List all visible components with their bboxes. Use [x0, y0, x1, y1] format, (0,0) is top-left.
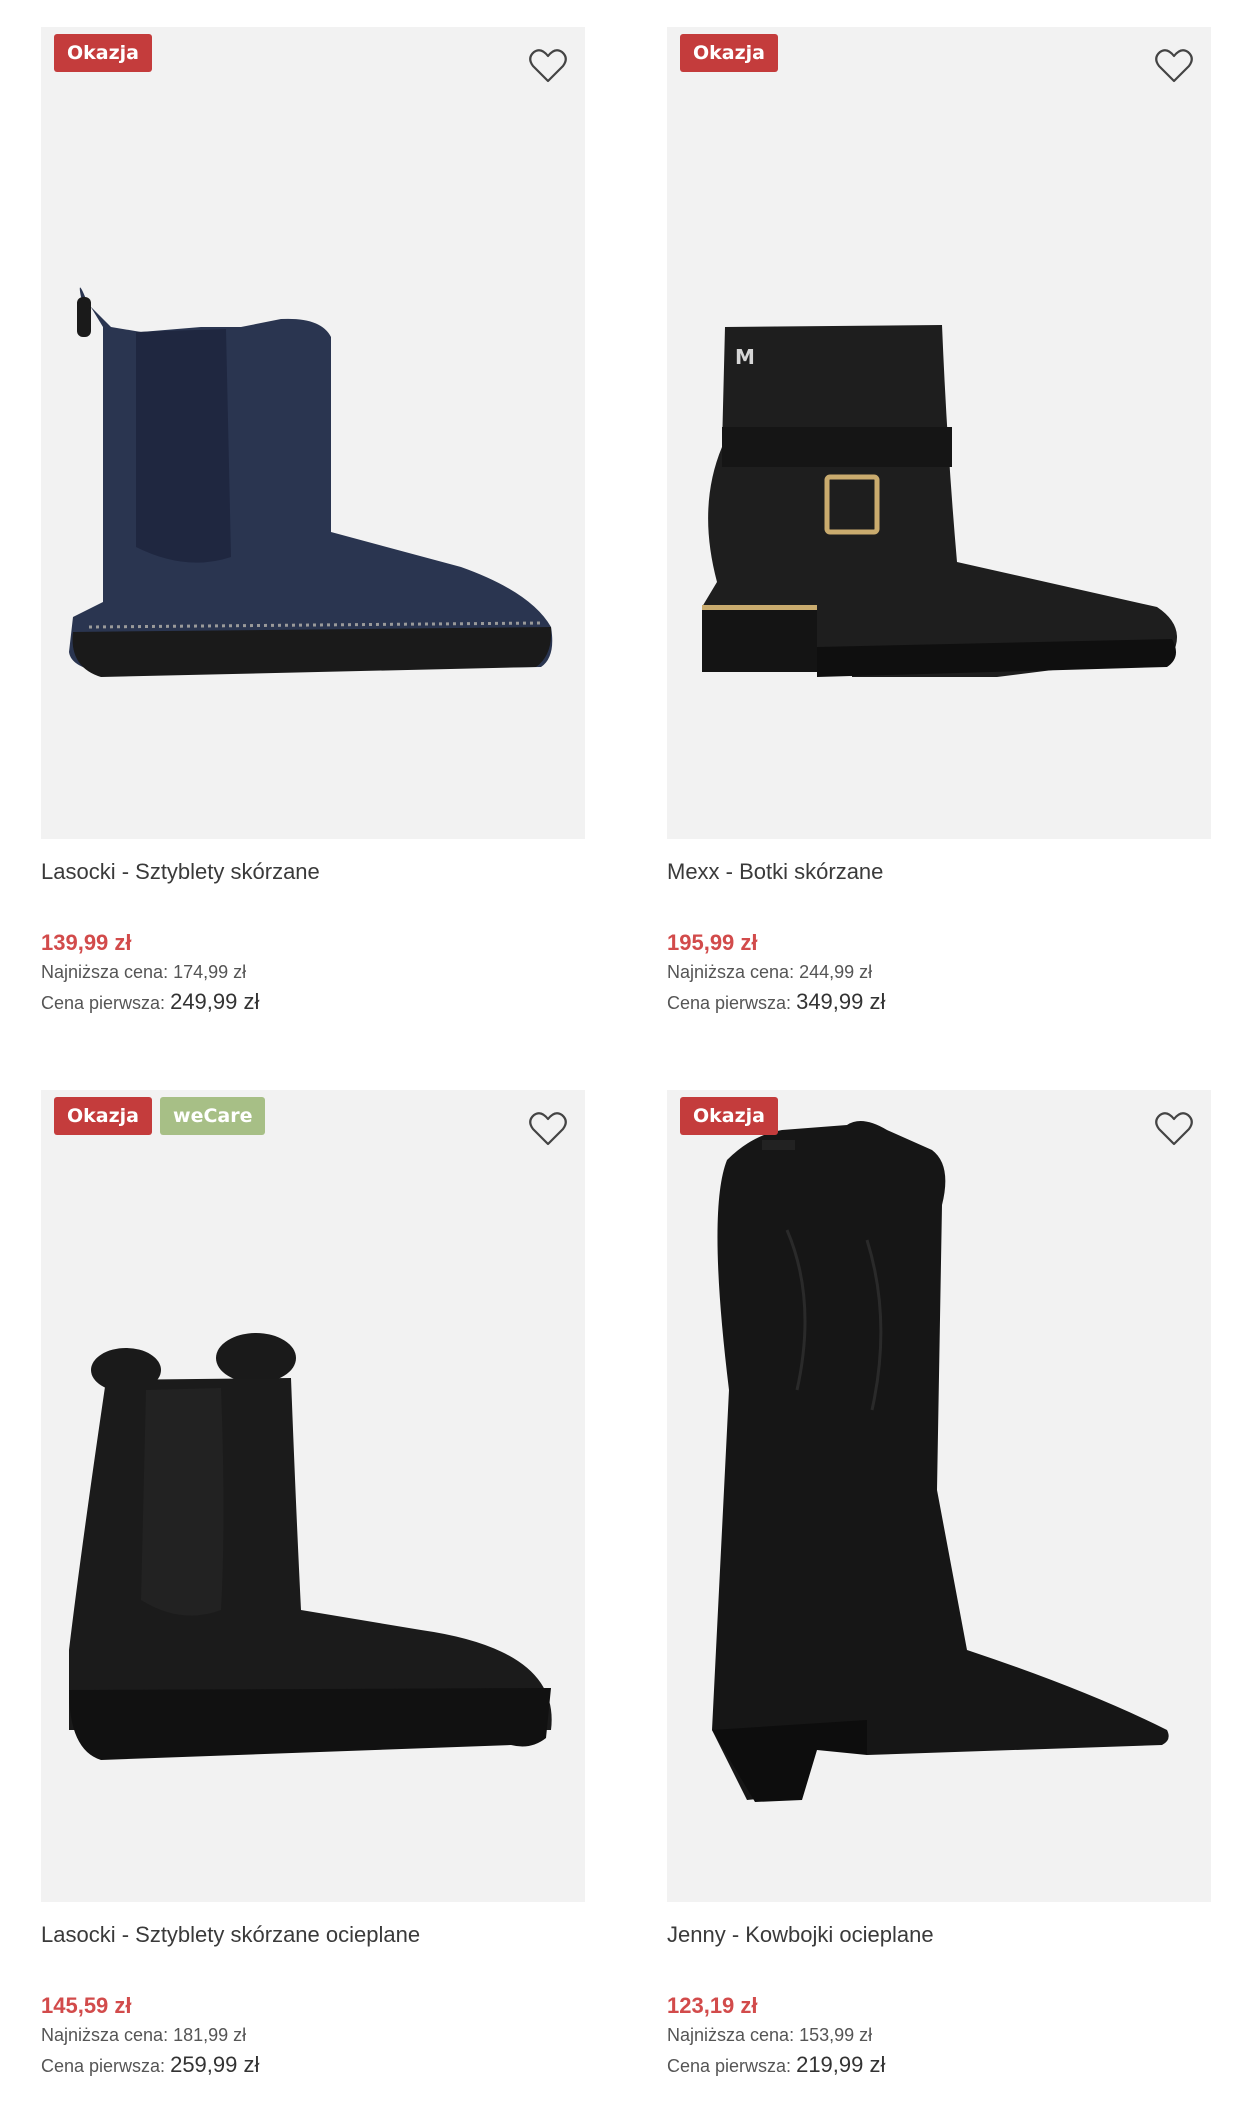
badges: Okazja weCare — [54, 1097, 266, 1135]
first-price-label: Cena pierwsza: — [41, 2056, 166, 2076]
product-title[interactable]: Jenny - Kowbojki ocieplane — [667, 1920, 1211, 1950]
first-price-label: Cena pierwsza: — [667, 993, 792, 1013]
sale-price: 195,99 zł — [667, 930, 758, 955]
product-card[interactable]: M Okazja Mexx - Botki skórzane 195,99 zł… — [667, 27, 1211, 1018]
lowest-price-value: 174,99 zł — [173, 962, 247, 982]
product-image[interactable]: M Okazja — [667, 27, 1211, 839]
first-price-line: Cena pierwsza: 349,99 zł — [667, 987, 1211, 1018]
sale-badge: Okazja — [680, 34, 779, 72]
product-title[interactable]: Lasocki - Sztyblety skórzane — [41, 857, 585, 887]
heart-outline-icon[interactable] — [528, 1110, 568, 1148]
lowest-price-value: 181,99 zł — [173, 2025, 247, 2045]
first-price-line: Cena pierwsza: 219,99 zł — [667, 2050, 1211, 2081]
lined-chelsea-boot-image — [69, 1333, 552, 1760]
heart-outline-icon[interactable] — [1154, 1110, 1194, 1148]
first-price-label: Cena pierwsza: — [41, 993, 166, 1013]
product-card[interactable]: Okazja weCare Lasocki - Sztyblety skórza… — [41, 1090, 585, 2081]
lowest-price-label: Najniższa cena: — [667, 2025, 795, 2045]
chelsea-boot-image — [69, 287, 553, 677]
heart-outline-icon[interactable] — [528, 47, 568, 85]
first-price-value: 259,99 zł — [170, 2052, 260, 2077]
first-price-line: Cena pierwsza: 259,99 zł — [41, 2050, 585, 2081]
product-title[interactable]: Lasocki - Sztyblety skórzane ocieplane — [41, 1920, 585, 1950]
ankle-boot-image: M — [702, 325, 1177, 677]
product-image[interactable]: Okazja weCare — [41, 1090, 585, 1902]
lowest-price-line: Najniższa cena: 244,99 zł — [667, 957, 1211, 987]
first-price-value: 249,99 zł — [170, 989, 260, 1014]
lowest-price-label: Najniższa cena: — [41, 962, 169, 982]
product-image[interactable]: Okazja — [41, 27, 585, 839]
sale-badge: Okazja — [680, 1097, 779, 1135]
first-price-label: Cena pierwsza: — [667, 2056, 792, 2076]
badges: Okazja — [680, 34, 779, 72]
lowest-price-label: Najniższa cena: — [41, 2025, 169, 2045]
sale-badge: Okazja — [54, 1097, 153, 1135]
badges: Okazja — [680, 1097, 779, 1135]
lowest-price-label: Najniższa cena: — [667, 962, 795, 982]
lowest-price-value: 153,99 zł — [799, 2025, 873, 2045]
product-image[interactable]: Okazja — [667, 1090, 1211, 1902]
product-card[interactable]: Okazja Lasocki - Sztyblety skórzane 139,… — [41, 27, 585, 1018]
lowest-price-value: 244,99 zł — [799, 962, 873, 982]
wecare-badge: weCare — [160, 1097, 266, 1135]
sale-price: 139,99 zł — [41, 930, 132, 955]
product-title[interactable]: Mexx - Botki skórzane — [667, 857, 1211, 887]
badges: Okazja — [54, 34, 153, 72]
first-price-value: 219,99 zł — [796, 2052, 886, 2077]
sale-price: 123,19 zł — [667, 1993, 758, 2018]
lowest-price-line: Najniższa cena: 153,99 zł — [667, 2020, 1211, 2050]
cowboy-boot-image — [712, 1121, 1169, 1802]
first-price-value: 349,99 zł — [796, 989, 886, 1014]
svg-text:M: M — [735, 345, 755, 369]
sale-price: 145,59 zł — [41, 1993, 132, 2018]
lowest-price-line: Najniższa cena: 174,99 zł — [41, 957, 585, 987]
heart-outline-icon[interactable] — [1154, 47, 1194, 85]
first-price-line: Cena pierwsza: 249,99 zł — [41, 987, 585, 1018]
lowest-price-line: Najniższa cena: 181,99 zł — [41, 2020, 585, 2050]
product-card[interactable]: Okazja Jenny - Kowbojki ocieplane 123,19… — [667, 1090, 1211, 2081]
sale-badge: Okazja — [54, 34, 153, 72]
